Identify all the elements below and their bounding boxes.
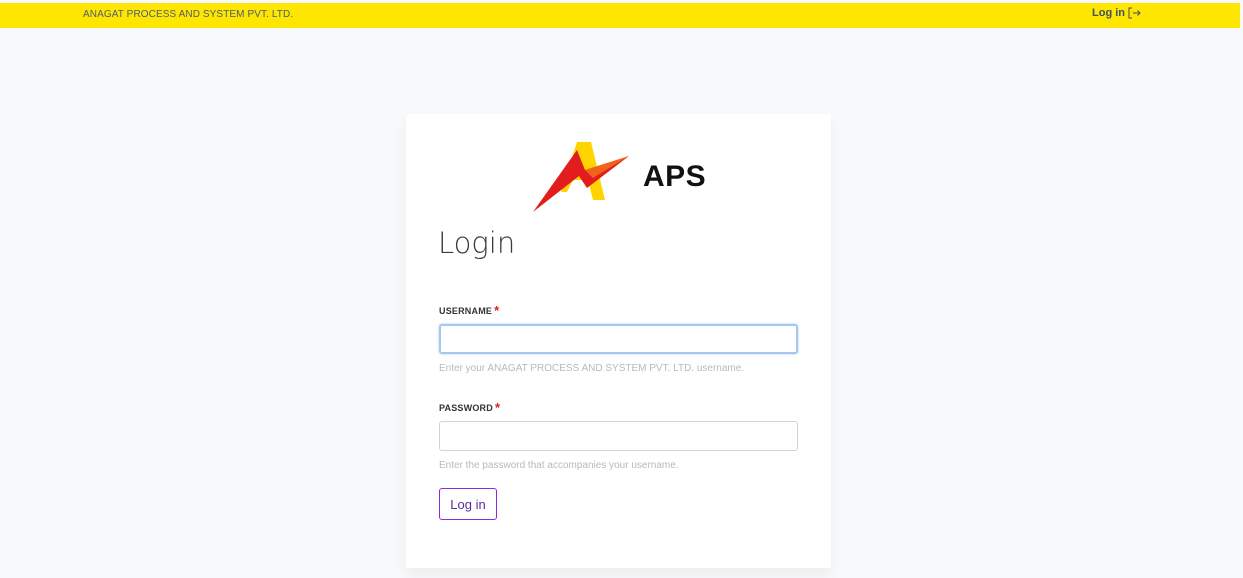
login-card: APS Login USERNAME * Enter your ANAGAT PR… bbox=[406, 114, 831, 568]
header-login-label: Log in bbox=[1092, 7, 1125, 19]
username-input[interactable] bbox=[439, 324, 798, 354]
login-button[interactable]: Log in bbox=[439, 488, 497, 520]
sign-in-icon bbox=[1128, 7, 1142, 19]
logo-text: APS bbox=[643, 160, 707, 193]
password-label-text: PASSWORD bbox=[439, 403, 493, 413]
username-label: USERNAME * bbox=[439, 302, 500, 318]
password-input[interactable] bbox=[439, 421, 798, 451]
username-label-text: USERNAME bbox=[439, 306, 493, 316]
header-login-link[interactable]: Log in bbox=[1092, 7, 1142, 19]
password-hint: Enter the password that accompanies your… bbox=[439, 460, 679, 471]
top-bar: ANAGAT PROCESS AND SYSTEM PVT. LTD. Log … bbox=[0, 3, 1240, 28]
username-hint: Enter your ANAGAT PROCESS AND SYSTEM PVT… bbox=[439, 363, 745, 374]
required-mark: * bbox=[494, 303, 500, 318]
page-title: Login bbox=[438, 226, 516, 260]
brand-link[interactable]: ANAGAT PROCESS AND SYSTEM PVT. LTD. bbox=[83, 9, 293, 20]
required-mark: * bbox=[494, 400, 501, 415]
aps-logo-mark-icon bbox=[533, 142, 629, 212]
aps-logo: APS bbox=[533, 140, 713, 216]
password-label: PASSWORD * bbox=[439, 399, 501, 415]
